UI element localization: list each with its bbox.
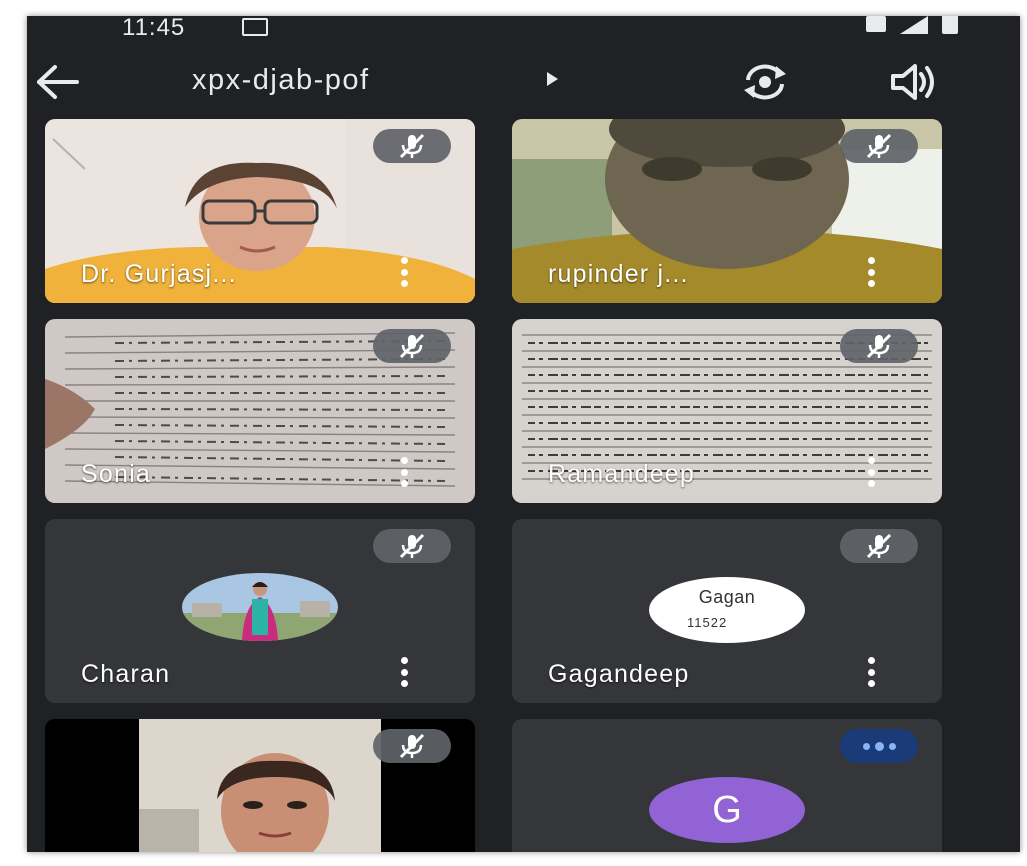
mic-off-badge bbox=[840, 329, 918, 363]
mic-off-icon bbox=[866, 133, 892, 159]
participant-name: Ramandeep bbox=[548, 460, 696, 488]
mic-off-icon bbox=[399, 533, 425, 559]
avatar-number: 11522 bbox=[687, 615, 728, 630]
mic-off-icon bbox=[399, 133, 425, 159]
arrow-left-icon bbox=[37, 65, 79, 99]
mic-off-icon bbox=[399, 733, 425, 759]
meeting-top-bar: xpx-djab-pof bbox=[27, 56, 1020, 112]
signal-icon bbox=[900, 16, 928, 34]
more-options-button[interactable] bbox=[864, 257, 878, 287]
participant-tile[interactable]: rupinder j... bbox=[512, 119, 942, 303]
mic-off-badge bbox=[373, 329, 451, 363]
status-bar: 11:45 bbox=[27, 16, 1020, 42]
camera-switch-icon bbox=[744, 64, 786, 100]
more-options-button[interactable] bbox=[397, 457, 411, 487]
back-button[interactable] bbox=[33, 62, 81, 102]
participant-tile[interactable]: Sonia bbox=[45, 319, 475, 503]
speaking-dots-icon bbox=[862, 742, 870, 750]
speaker-button[interactable] bbox=[885, 60, 945, 104]
more-vertical-icon bbox=[867, 257, 875, 264]
more-options-button[interactable] bbox=[397, 257, 411, 287]
more-vertical-icon bbox=[867, 657, 875, 664]
participant-tile[interactable]: Ramandeep bbox=[512, 319, 942, 503]
speaker-icon bbox=[891, 64, 934, 100]
avatar bbox=[182, 573, 338, 641]
participant-name: Gagandeep bbox=[548, 660, 690, 688]
more-vertical-icon bbox=[400, 257, 408, 264]
participant-tile[interactable] bbox=[45, 719, 475, 852]
meeting-code[interactable]: xpx-djab-pof bbox=[192, 64, 370, 97]
sim-icon bbox=[866, 16, 886, 32]
camera-status-icon bbox=[242, 18, 268, 36]
play-triangle-icon[interactable] bbox=[547, 72, 558, 86]
participant-name: Sonia bbox=[81, 460, 151, 488]
avatar-photo bbox=[182, 573, 338, 641]
more-options-button[interactable] bbox=[864, 457, 878, 487]
mic-off-badge bbox=[373, 529, 451, 563]
mic-off-icon bbox=[866, 333, 892, 359]
meet-app-screen: 11:45 xpx-djab-pof Dr. Gurjasj... rupind… bbox=[27, 16, 1020, 852]
participant-tile[interactable]: Charan bbox=[45, 519, 475, 703]
mic-off-icon bbox=[866, 533, 892, 559]
more-options-button[interactable] bbox=[397, 657, 411, 687]
avatar: Gagan 11522 bbox=[649, 577, 805, 643]
more-vertical-icon bbox=[400, 657, 408, 664]
participant-tile[interactable]: G bbox=[512, 719, 942, 852]
more-vertical-icon bbox=[867, 457, 875, 464]
participant-tile[interactable]: Dr. Gurjasj... bbox=[45, 119, 475, 303]
mic-off-icon bbox=[399, 333, 425, 359]
participant-name: Dr. Gurjasj... bbox=[81, 260, 237, 288]
status-icons bbox=[866, 16, 958, 34]
participant-name: Charan bbox=[81, 660, 171, 688]
more-options-button[interactable] bbox=[864, 657, 878, 687]
participant-name: rupinder j... bbox=[548, 260, 689, 288]
mic-off-badge bbox=[373, 129, 451, 163]
speaking-indicator bbox=[840, 729, 918, 763]
avatar: G bbox=[649, 777, 805, 843]
mic-off-badge bbox=[373, 729, 451, 763]
battery-icon bbox=[942, 16, 958, 34]
more-vertical-icon bbox=[400, 457, 408, 464]
switch-camera-button[interactable] bbox=[740, 60, 790, 104]
mic-off-badge bbox=[840, 529, 918, 563]
participant-tile[interactable]: Gagan 11522 Gagandeep bbox=[512, 519, 942, 703]
mic-off-badge bbox=[840, 129, 918, 163]
status-time: 11:45 bbox=[122, 16, 186, 41]
avatar-text: Gagan bbox=[698, 587, 756, 607]
